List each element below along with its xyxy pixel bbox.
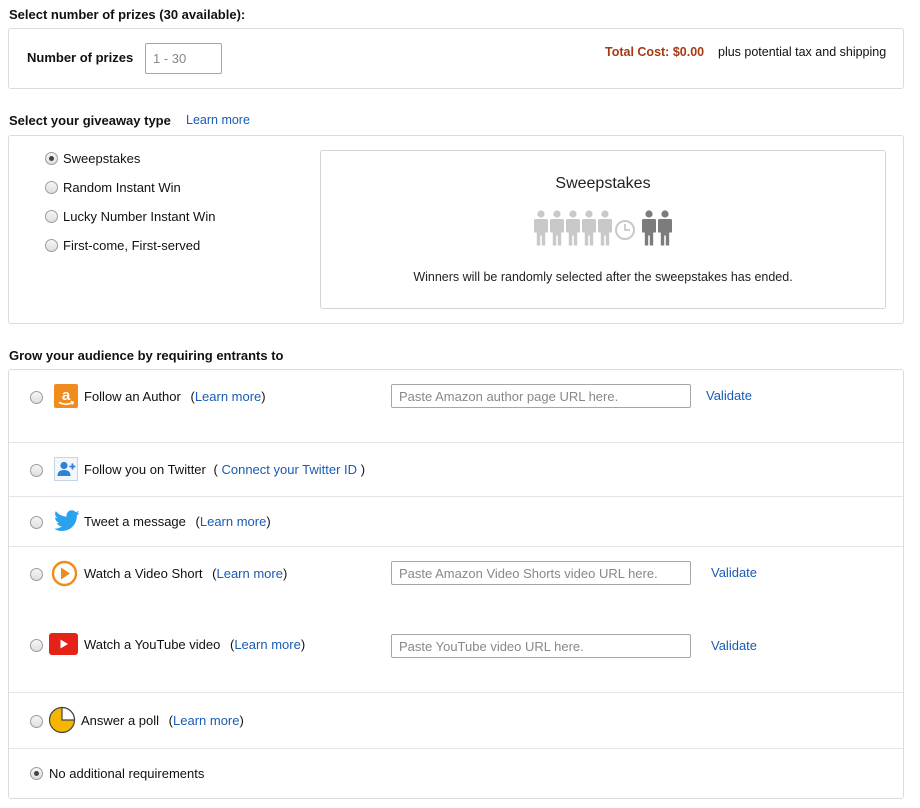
radio-answer-poll[interactable] [30, 715, 43, 728]
validate-author-link[interactable]: Validate [706, 388, 752, 403]
radio-first-come-first-served[interactable] [45, 239, 58, 252]
radio-watch-video-short[interactable] [30, 568, 43, 581]
option-sweepstakes-label[interactable]: Sweepstakes [63, 151, 140, 166]
total-cost-note: plus potential tax and shipping [718, 45, 887, 59]
follow-author-learn-more-link[interactable]: Learn more [195, 389, 261, 404]
preview-description: Winners will be randomly selected after … [413, 270, 793, 284]
video-short-url-input[interactable] [391, 561, 691, 585]
watch-video-short-label: Watch a Video Short [84, 566, 203, 581]
giveaway-preview-box: Sweepstakes Winners will be randomly sel… [320, 150, 886, 309]
follow-author-label: Follow an Author [84, 389, 181, 404]
poll-learn-more-link[interactable]: Learn more [173, 713, 239, 728]
youtube-icon [49, 633, 78, 655]
number-of-prizes-label: Number of prizes [27, 50, 134, 65]
validate-youtube-link[interactable]: Validate [711, 638, 757, 653]
sweepstakes-people-clock-icon [534, 210, 672, 246]
giveaway-learn-more-link[interactable]: Learn more [186, 113, 250, 127]
giveaway-type-panel: Sweepstakes Random Instant Win Lucky Num… [8, 135, 904, 324]
radio-lucky-number-instant-win[interactable] [45, 210, 58, 223]
tweet-message-label: Tweet a message [84, 514, 186, 529]
row-divider [9, 442, 903, 443]
radio-random-instant-win[interactable] [45, 181, 58, 194]
validate-video-short-link[interactable]: Validate [711, 565, 757, 580]
radio-sweepstakes[interactable] [45, 152, 58, 165]
radio-follow-author[interactable] [30, 391, 43, 404]
prizes-panel: Number of prizes Total Cost: $0.00 plus … [8, 28, 904, 89]
author-url-input[interactable] [391, 384, 691, 408]
answer-poll-label: Answer a poll [81, 713, 160, 728]
poll-pie-icon [48, 706, 76, 734]
row-divider [9, 546, 903, 547]
row-divider [9, 692, 903, 693]
giveaway-type-heading: Select your giveaway type [9, 113, 171, 128]
youtube-url-input[interactable] [391, 634, 691, 658]
add-user-icon [54, 457, 78, 481]
video-play-icon [51, 560, 78, 587]
option-lucky-number-label[interactable]: Lucky Number Instant Win [63, 209, 215, 224]
row-divider [9, 496, 903, 497]
option-random-instant-win-label[interactable]: Random Instant Win [63, 180, 181, 195]
youtube-learn-more-link[interactable]: Learn more [234, 637, 300, 652]
amazon-icon: a [54, 384, 78, 408]
audience-heading: Grow your audience by requiring entrants… [9, 348, 284, 363]
radio-tweet-message[interactable] [30, 516, 43, 529]
total-cost: Total Cost: $0.00 [605, 45, 705, 59]
follow-twitter-label: Follow you on Twitter [84, 462, 206, 477]
option-first-come-label[interactable]: First-come, First-served [63, 238, 200, 253]
watch-youtube-label: Watch a YouTube video [84, 637, 221, 652]
radio-follow-twitter[interactable] [30, 464, 43, 477]
prizes-heading: Select number of prizes (30 available): [9, 7, 246, 22]
radio-watch-youtube[interactable] [30, 639, 43, 652]
no-additional-requirements-label[interactable]: No additional requirements [49, 766, 204, 781]
connect-twitter-link[interactable]: Connect your Twitter ID [221, 462, 357, 477]
row-divider [9, 748, 903, 749]
radio-no-additional-requirements[interactable] [30, 767, 43, 780]
twitter-bird-icon [54, 510, 80, 531]
video-short-learn-more-link[interactable]: Learn more [216, 566, 282, 581]
svg-text:a: a [62, 387, 71, 404]
tweet-learn-more-link[interactable]: Learn more [200, 514, 266, 529]
preview-title: Sweepstakes [555, 175, 651, 192]
number-of-prizes-input[interactable] [145, 43, 222, 74]
